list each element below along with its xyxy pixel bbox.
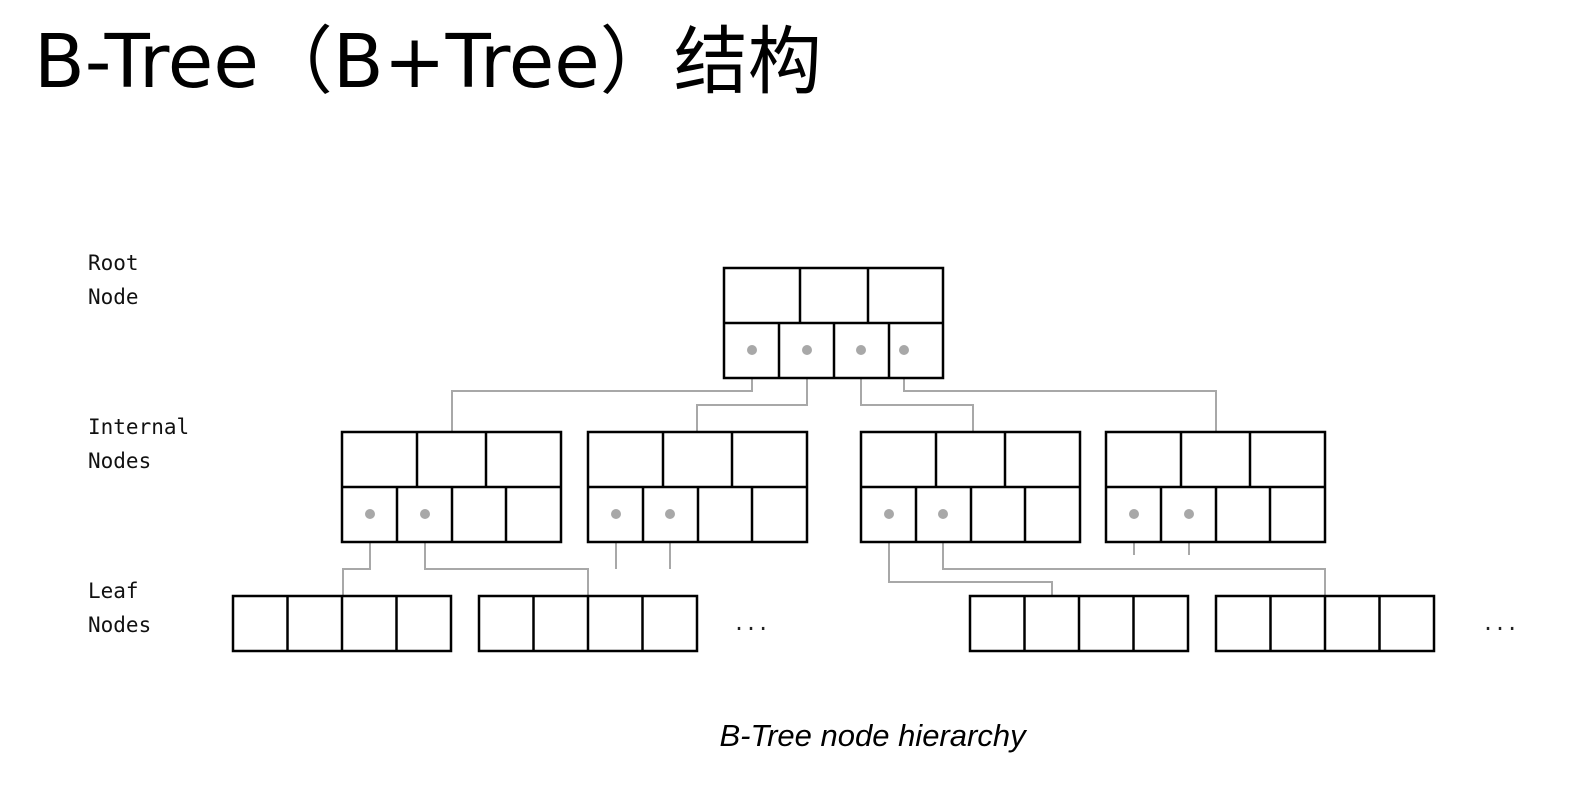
level-label-leaf: Leaf Nodes xyxy=(88,579,151,637)
internal-node xyxy=(1104,430,1327,544)
internal-pointer-dot xyxy=(365,509,375,519)
internal-pointer-dot xyxy=(1184,509,1194,519)
internal-pointer-dot xyxy=(665,509,675,519)
root-pointer-dot xyxy=(747,345,757,355)
level-label-root: Root Node xyxy=(88,251,139,309)
internal-pointer-dot xyxy=(611,509,621,519)
root-pointer-dot xyxy=(899,345,909,355)
leaf-node xyxy=(1214,594,1436,653)
leaf-ellipsis-right: ... xyxy=(1482,611,1518,635)
internal-label-line-1: Internal xyxy=(88,415,189,439)
root-pointer-dot xyxy=(802,345,812,355)
internal-pointer-dot xyxy=(420,509,430,519)
root-to-internal-connector xyxy=(903,350,1217,432)
leaf-ellipsis-middle: ... xyxy=(733,611,769,635)
figure-caption: B-Tree node hierarchy xyxy=(719,718,1026,753)
b-tree-diagram: Root Node Internal Nodes Leaf Nodes ... … xyxy=(88,251,1518,653)
root-label-line-2: Node xyxy=(88,285,139,309)
internal-node xyxy=(586,430,809,544)
internal-pointer-dot xyxy=(938,509,948,519)
leaf-node xyxy=(231,594,453,653)
root-node xyxy=(722,266,945,380)
leaf-label-line-1: Leaf xyxy=(88,579,139,603)
node-layer xyxy=(231,266,1436,653)
leaf-node xyxy=(968,594,1190,653)
root-to-internal-connector xyxy=(451,350,753,432)
root-pointer-dot xyxy=(856,345,866,355)
internal-node xyxy=(340,430,563,544)
leaf-label-line-2: Nodes xyxy=(88,613,151,637)
internal-node xyxy=(859,430,1082,544)
internal-pointer-dot xyxy=(884,509,894,519)
level-label-internal: Internal Nodes xyxy=(88,415,189,473)
leaf-node xyxy=(477,594,699,653)
internal-pointer-dot xyxy=(1129,509,1139,519)
internal-label-line-2: Nodes xyxy=(88,449,151,473)
root-label-line-1: Root xyxy=(88,251,139,275)
